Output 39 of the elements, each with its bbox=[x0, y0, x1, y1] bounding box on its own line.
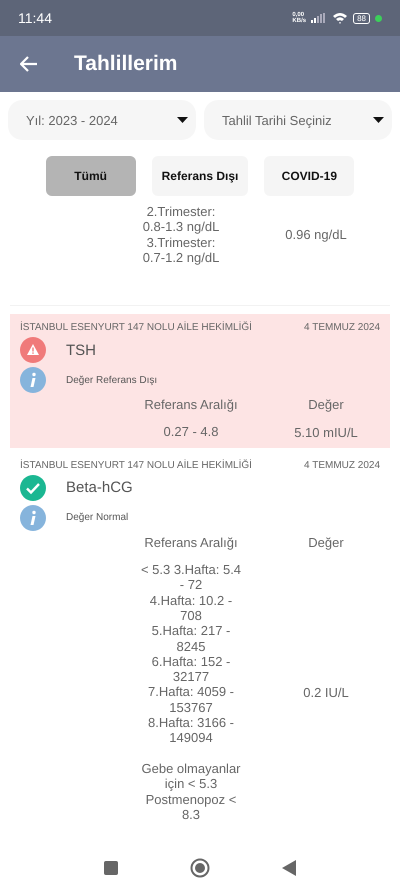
battery-indicator: 88 bbox=[353, 12, 370, 24]
home-icon[interactable] bbox=[190, 858, 210, 878]
filter-tab[interactable]: Tümü bbox=[46, 156, 136, 196]
result-value: 0.2 IU/L bbox=[302, 684, 350, 700]
page-title: Tahlillerim bbox=[74, 52, 178, 76]
column-label: Referans Aralığı bbox=[143, 534, 239, 550]
dropdown-field[interactable]: Yıl: 2023 - 2024 bbox=[8, 100, 196, 140]
caret-icon bbox=[373, 117, 384, 123]
lab-name: İSTANBUL ESENYURT 147 NOLU AİLE HEKİMLİĞİ bbox=[20, 322, 252, 334]
filter-tab[interactable]: Referans Dışı bbox=[152, 156, 248, 196]
check-icon bbox=[20, 474, 46, 501]
result-date: 4 TEMMUZ 2024 bbox=[304, 322, 380, 334]
caret-icon bbox=[177, 117, 188, 123]
reference-range: < 5.3 3.Hafta: 5.4 - 72 4.Hafta: 10.2 - 708 5.Hafta: 217 - 8245 6.Hafta: 152 - 32177 7.Hafta: 4059 - 153767 8.Hafta: 3166 - 149094 Gebe olmayanlar için < 5.3 Postmenopoz < 8.3 bbox=[140, 562, 242, 822]
back-icon[interactable] bbox=[282, 860, 296, 876]
reference-range: 2.Trimester: 0.8-1.3 ng/dL 3.Trimester: 0.7-1.2 ng/dL bbox=[142, 204, 220, 266]
wifi-icon bbox=[332, 12, 348, 24]
column-label: Değer bbox=[307, 534, 345, 550]
result-value: 5.10 mIU/L bbox=[293, 424, 359, 440]
result-value: 0.96 ng/dL bbox=[284, 227, 348, 242]
status-text: Değer Referans Dışı bbox=[66, 374, 158, 386]
reference-range: 0.27 - 4.8 bbox=[162, 424, 220, 440]
clock-time: 11:44 bbox=[18, 10, 52, 26]
status-text: Değer Normal bbox=[66, 512, 128, 524]
info-icon[interactable] bbox=[20, 367, 46, 394]
column-label: Referans Aralığı bbox=[143, 397, 239, 412]
column-label: Değer bbox=[307, 397, 345, 412]
warning-icon bbox=[20, 337, 46, 364]
filter-tab[interactable]: COVID-19 bbox=[264, 156, 354, 196]
dropdown-field[interactable]: Tahlil Tarihi Seçiniz bbox=[204, 100, 392, 140]
info-icon[interactable] bbox=[20, 504, 46, 531]
test-name: Beta-hCG bbox=[66, 479, 133, 496]
result-card[interactable]: İSTANBUL ESENYURT 147 NOLU AİLE HEKİMLİĞİ 4 TEMMUZ 2024 TSH Değer Referans Dışı Referans Aralığı Değer 0.27 - 4.8 5.10 mIU/L bbox=[10, 314, 390, 448]
test-name: TSH bbox=[66, 342, 96, 359]
back-arrow-icon[interactable] bbox=[20, 56, 38, 72]
status-dot-icon bbox=[375, 14, 382, 22]
signal-icon bbox=[311, 13, 328, 23]
lab-name: İSTANBUL ESENYURT 147 NOLU AİLE HEKİMLİĞİ bbox=[20, 460, 252, 471]
result-date: 4 TEMMUZ 2024 bbox=[304, 460, 380, 471]
